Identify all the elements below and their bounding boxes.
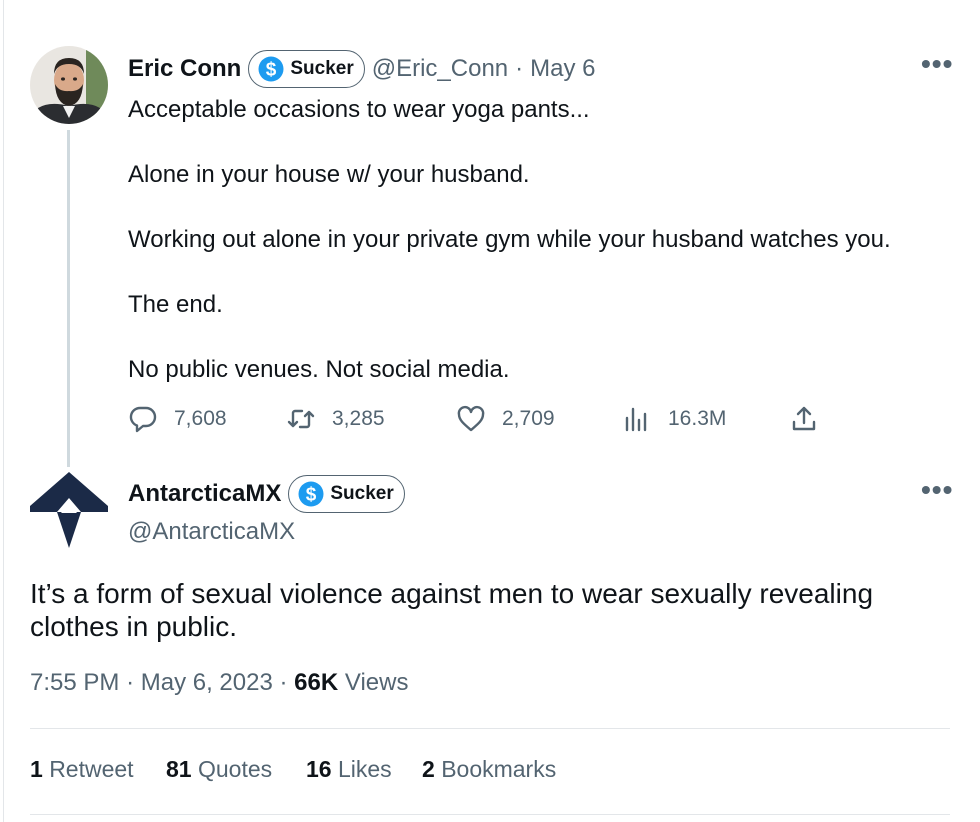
more-options-icon[interactable]: ••• — [921, 474, 953, 506]
reply-icon — [129, 406, 157, 433]
like-button[interactable]: 2,709 — [456, 404, 555, 434]
views-button[interactable]: 16.3M — [622, 404, 726, 434]
svg-text:$: $ — [306, 485, 317, 506]
reply-button[interactable]: 7,608 — [128, 404, 227, 434]
avatar-photo — [30, 46, 108, 124]
views-label: Views — [344, 669, 409, 696]
badge-label: Sucker — [290, 58, 354, 79]
more-options-icon[interactable]: ••• — [921, 48, 953, 80]
views-count: 66K — [294, 669, 339, 696]
tweet-date[interactable]: May 6, 2023 — [141, 669, 273, 696]
tweet-line — [128, 257, 891, 290]
verified-badge[interactable]: $ Sucker — [248, 50, 365, 88]
retweets-stat[interactable]: 1 Retweet — [30, 756, 134, 783]
bookmarks-count: 2 — [422, 756, 435, 782]
antarctica-logo-icon — [30, 472, 108, 548]
tweet2-text: It’s a form of sexual violence against m… — [30, 578, 874, 642]
retweet-count: 3,285 — [332, 407, 385, 430]
likes-count: 16 — [306, 756, 332, 782]
views-count: 16.3M — [668, 407, 727, 430]
tweet1-text: Acceptable occasions to wear yoga pants.… — [128, 94, 891, 387]
tweet-line: The end. — [128, 291, 223, 318]
author-handle[interactable]: @Eric_Conn — [372, 55, 508, 83]
author-handle[interactable]: @AntarcticaMX — [128, 518, 295, 546]
separator-dot: · — [126, 669, 135, 696]
quotes-stat[interactable]: 81 Quotes — [166, 756, 272, 783]
retweet-button[interactable]: 3,285 — [286, 404, 385, 434]
verified-badge[interactable]: $ Sucker — [288, 475, 405, 513]
separator-dot: · — [279, 669, 288, 696]
share-icon — [792, 406, 816, 431]
separator-dot: · — [515, 55, 524, 82]
tweet-line — [128, 192, 891, 225]
heart-icon — [457, 405, 485, 432]
tweet-date[interactable]: May 6 — [530, 55, 595, 83]
retweet-icon — [287, 409, 315, 429]
tweet-line: Acceptable occasions to wear yoga pants.… — [128, 96, 590, 123]
retweets-label: Retweet — [49, 756, 134, 782]
tweet-line: No public venues. Not social media. — [128, 356, 510, 383]
retweets-count: 1 — [30, 756, 43, 782]
likes-stat[interactable]: 16 Likes — [306, 756, 392, 783]
divider — [30, 814, 950, 815]
tweet-line — [128, 322, 891, 355]
analytics-icon — [625, 407, 647, 432]
frame-border — [3, 0, 4, 822]
reply-count: 7,608 — [174, 407, 227, 430]
tweet-line — [128, 127, 891, 160]
quotes-count: 81 — [166, 756, 192, 782]
svg-text:$: $ — [266, 60, 277, 81]
tweet-line: Alone in your house w/ your husband. — [128, 161, 530, 188]
tweet1-header: Eric Conn $ Sucker @Eric_Conn · May 6 — [128, 50, 596, 88]
tweet-time[interactable]: 7:55 PM — [30, 669, 119, 696]
quotes-label: Quotes — [197, 756, 273, 782]
badge-label: Sucker — [330, 483, 394, 504]
bookmarks-stat[interactable]: 2 Bookmarks — [422, 756, 556, 783]
tweet2-meta: 7:55 PM · May 6, 2023 · 66K Views — [30, 669, 408, 697]
dollar-coin-icon: $ — [298, 481, 324, 507]
avatar-eric-conn[interactable] — [30, 46, 108, 124]
tweet2-header: AntarcticaMX $ Sucker — [128, 475, 405, 513]
like-count: 2,709 — [502, 407, 555, 430]
author-name[interactable]: AntarcticaMX — [128, 480, 281, 508]
likes-label: Likes — [337, 756, 392, 782]
divider — [30, 728, 950, 729]
thread-connector-line — [67, 130, 70, 467]
tweet-line: Working out alone in your private gym wh… — [128, 226, 891, 253]
avatar-antarcticamx[interactable] — [30, 472, 108, 550]
author-name[interactable]: Eric Conn — [128, 55, 241, 83]
share-button[interactable] — [789, 404, 819, 434]
dollar-coin-icon: $ — [258, 56, 284, 82]
bookmarks-label: Bookmarks — [441, 756, 557, 782]
